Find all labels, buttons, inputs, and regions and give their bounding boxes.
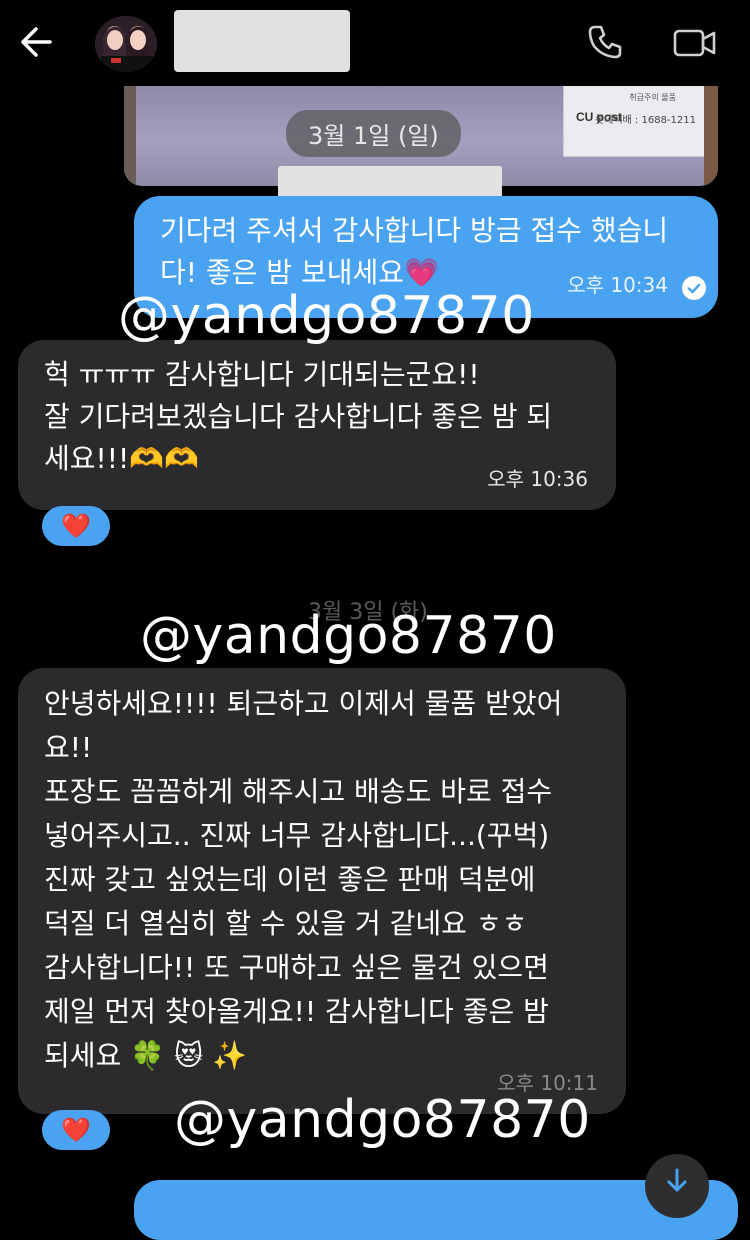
shipping-label-note: 취급주의 물품 <box>629 93 676 102</box>
video-camera-icon <box>673 29 716 57</box>
shipping-label: 취급주의 물품 CU post 롯데택배 : 1688-1211 <box>563 86 704 157</box>
video-call-button[interactable] <box>672 24 718 62</box>
scroll-to-bottom-button[interactable] <box>645 1154 709 1218</box>
incoming-message[interactable]: 헉 ㅠㅠㅠ 감사합니다 기대되는군요!! 잘 기다려보겠습니다 감사합니다 좋은… <box>18 340 616 510</box>
message-text: 안녕하세요!!!! 퇴근하고 이제서 물품 받았어 요!! 포장도 꼼꼼하게 해… <box>44 687 563 1072</box>
call-button[interactable] <box>585 22 625 62</box>
heart-reaction-icon: ❤️ <box>61 1116 91 1144</box>
watermark: @yandgo87870 <box>174 1090 591 1150</box>
read-check-icon <box>682 276 706 300</box>
heart-reaction-icon: ❤️ <box>61 512 91 540</box>
reaction-badge[interactable]: ❤️ <box>42 506 110 546</box>
shipping-label-phone: 롯데택배 : 1688-1211 <box>594 115 696 126</box>
photo-background-left <box>124 86 136 186</box>
reaction-badge[interactable]: ❤️ <box>42 1110 110 1150</box>
arrow-down-icon <box>667 1168 687 1192</box>
message-time: 오후 10:36 <box>487 467 588 491</box>
date-separator: 3월 1일 (일) <box>286 110 461 157</box>
phone-icon <box>588 25 622 59</box>
back-button[interactable] <box>16 20 60 64</box>
watermark: @yandgo87870 <box>118 286 535 346</box>
redacted-contact-name <box>174 10 350 72</box>
arrow-left-icon <box>21 27 52 57</box>
incoming-message[interactable]: 안녕하세요!!!! 퇴근하고 이제서 물품 받았어 요!! 포장도 꼼꼼하게 해… <box>18 668 626 1114</box>
message-time: 오후 10:34 <box>567 273 668 297</box>
contact-avatar <box>95 16 157 72</box>
message-text: 헉 ㅠㅠㅠ 감사합니다 기대되는군요!! 잘 기다려보겠습니다 감사합니다 좋은… <box>44 358 553 475</box>
avatar[interactable] <box>95 16 157 72</box>
watermark: @yandgo87870 <box>140 606 557 666</box>
photo-background-right <box>704 86 718 186</box>
